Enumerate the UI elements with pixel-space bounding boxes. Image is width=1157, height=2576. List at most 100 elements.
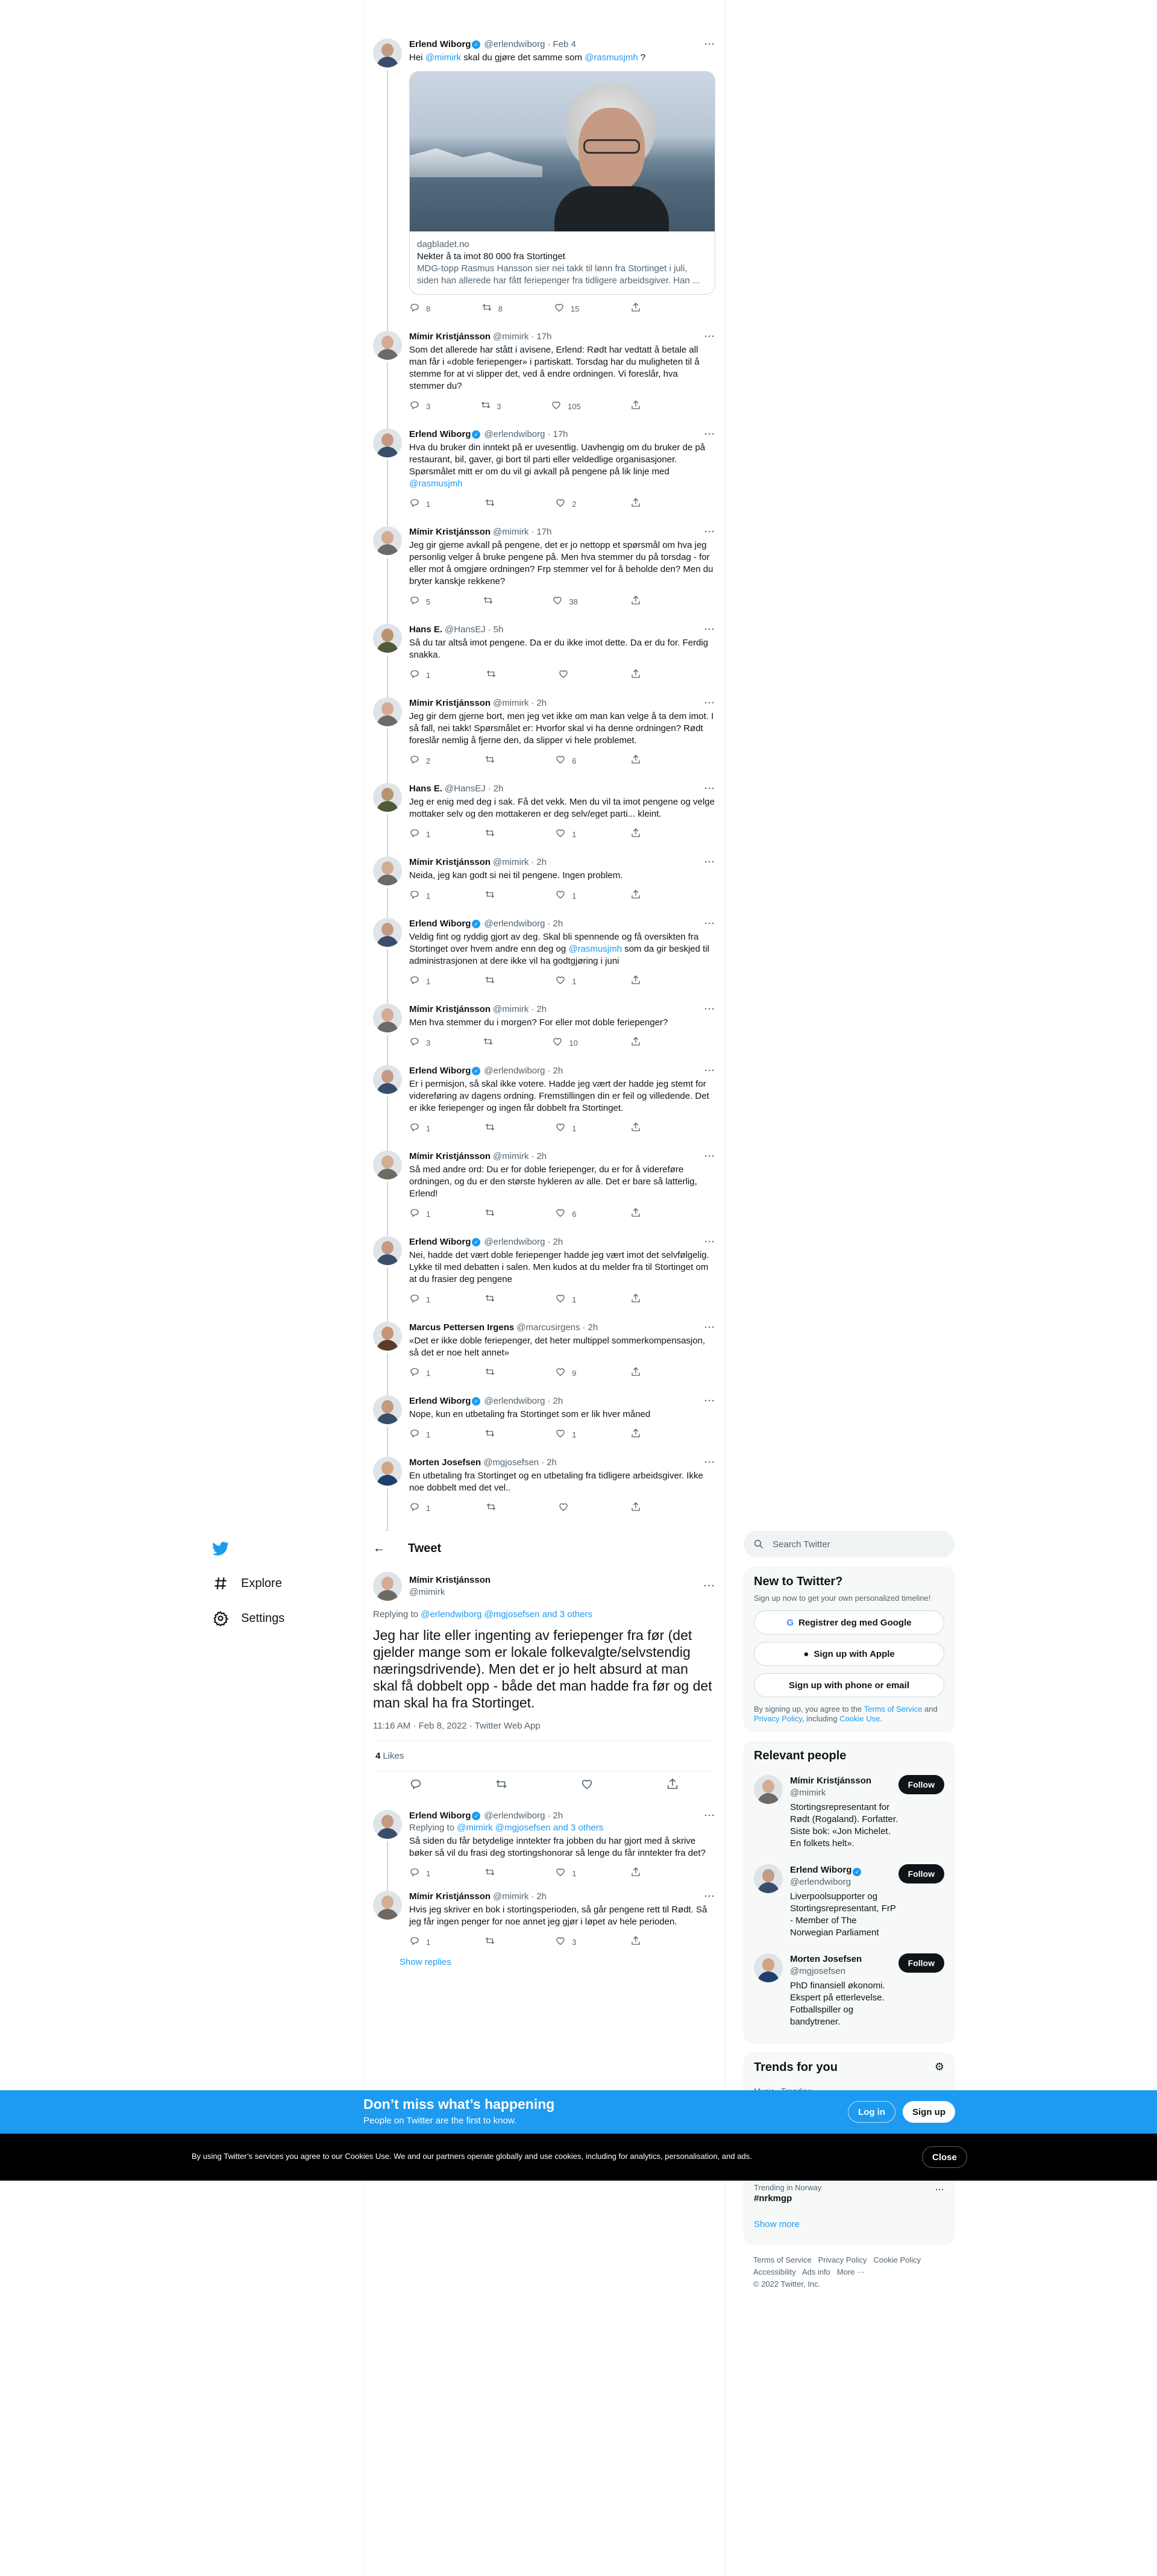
share-button[interactable]: [630, 1867, 641, 1881]
author-handle[interactable]: @marcusirgens: [516, 1322, 580, 1334]
author-name[interactable]: Mímir Kristjánsson: [409, 1891, 491, 1903]
follow-button[interactable]: Follow: [898, 1953, 944, 1973]
author-handle[interactable]: @HansEJ: [445, 783, 486, 795]
author-handle[interactable]: @mimirk: [493, 331, 528, 343]
search-input[interactable]: Search Twitter: [744, 1531, 955, 1557]
like-button[interactable]: [558, 1501, 575, 1516]
author-handle[interactable]: @HansEJ: [445, 624, 486, 636]
mention-link[interactable]: @rasmusjmh: [409, 479, 463, 489]
author-name[interactable]: Mímir Kristjánsson: [409, 856, 491, 869]
more-options-icon[interactable]: ···: [935, 2184, 944, 2196]
tweet-time[interactable]: 2h: [536, 1004, 547, 1016]
tweet-time[interactable]: 2h: [553, 1065, 563, 1077]
reply-button[interactable]: 1: [409, 889, 430, 903]
author-name[interactable]: Erlend Wiborg: [409, 1810, 471, 1822]
author-handle[interactable]: @mimirk: [493, 1891, 528, 1903]
avatar[interactable]: [373, 1151, 402, 1180]
author-name[interactable]: Mímir Kristjánsson: [409, 1151, 491, 1163]
tweet-timestamp[interactable]: 11:16 AM · Feb 8, 2022 · Twitter Web App: [373, 1721, 715, 1741]
cookie-use-link[interactable]: Cookie Use: [839, 1714, 880, 1723]
retweet-button[interactable]: [483, 1036, 500, 1051]
relevant-person[interactable]: Morten Josefsen @mgjosefsen PhD finansiell…: [754, 1946, 944, 2035]
tweet-time[interactable]: 2h: [494, 783, 504, 795]
share-button[interactable]: [630, 975, 641, 989]
privacy-link[interactable]: Privacy Policy: [754, 1714, 802, 1723]
like-button[interactable]: 6: [555, 754, 576, 768]
retweet-icon[interactable]: [495, 1777, 508, 1794]
reply-button[interactable]: 1: [409, 1293, 430, 1307]
reply-button[interactable]: 1: [409, 1867, 430, 1881]
like-button[interactable]: 1: [555, 975, 576, 989]
more-options-icon[interactable]: ···: [704, 1004, 715, 1016]
login-button[interactable]: Log in: [848, 2101, 895, 2123]
more-options-icon[interactable]: ···: [704, 331, 715, 343]
nav-settings[interactable]: Settings: [205, 1601, 337, 1636]
like-button[interactable]: 1: [555, 1428, 576, 1442]
author-name[interactable]: Erlend Wiborg: [409, 918, 471, 930]
retweet-button[interactable]: [484, 889, 501, 903]
author-name[interactable]: Hans E.: [409, 624, 442, 636]
retweet-button[interactable]: [484, 1207, 501, 1222]
more-options-icon[interactable]: ···: [704, 918, 715, 930]
mention-link[interactable]: @rasmusjmh: [568, 944, 622, 954]
like-button[interactable]: [558, 668, 575, 683]
author-handle[interactable]: @mimirk: [493, 526, 528, 538]
avatar[interactable]: [373, 918, 402, 947]
author-name[interactable]: Hans E.: [409, 783, 442, 795]
avatar[interactable]: [373, 856, 402, 885]
more-options-icon[interactable]: ···: [704, 1457, 715, 1469]
author-name[interactable]: Mímir Kristjánsson: [409, 526, 491, 538]
author-handle[interactable]: @erlendwiborg: [484, 1395, 545, 1407]
like-button[interactable]: 1: [555, 889, 576, 903]
mention-link[interactable]: @mimirk: [425, 52, 461, 63]
author-handle[interactable]: @erlendwiborg: [484, 1530, 545, 1531]
retweet-button[interactable]: [486, 1501, 503, 1516]
avatar[interactable]: [373, 783, 402, 812]
reply-button[interactable]: 1: [409, 975, 430, 989]
show-replies-link[interactable]: Show replies: [363, 1950, 725, 1974]
gear-icon[interactable]: ⚙: [935, 2061, 944, 2075]
author-name[interactable]: Mímir Kristjánsson: [409, 697, 491, 709]
like-button[interactable]: 2: [555, 497, 576, 512]
person-handle[interactable]: @erlendwiborg: [790, 1876, 898, 1888]
retweet-button[interactable]: [484, 1366, 501, 1381]
like-button[interactable]: 10: [552, 1036, 578, 1051]
tweet-time[interactable]: 2h: [553, 918, 563, 930]
tweet-time[interactable]: 2h: [536, 856, 547, 869]
person-handle[interactable]: @mgjosefsen: [790, 1965, 898, 1978]
retweet-button[interactable]: 8: [481, 302, 503, 316]
author-name[interactable]: Erlend Wiborg: [409, 1236, 471, 1248]
like-button[interactable]: 15: [554, 302, 579, 316]
author-name[interactable]: Mímir Kristjánsson: [409, 1574, 491, 1586]
like-button[interactable]: 1: [555, 1122, 576, 1136]
retweet-button[interactable]: 3: [480, 400, 501, 414]
footer-row-2[interactable]: Accessibility Ads info More ···: [753, 2266, 945, 2278]
author-handle[interactable]: @mimirk: [493, 1151, 528, 1163]
cookie-close-button[interactable]: Close: [922, 2146, 967, 2168]
like-button[interactable]: 1: [555, 828, 576, 842]
share-button[interactable]: [630, 1935, 641, 1950]
author-handle[interactable]: @erlendwiborg: [484, 1236, 545, 1248]
retweet-button[interactable]: [484, 754, 501, 768]
more-options-icon[interactable]: ···: [704, 624, 715, 636]
author-name[interactable]: Marcus Pettersen Irgens: [409, 1322, 514, 1334]
like-button[interactable]: 1: [555, 1867, 576, 1881]
more-options-icon[interactable]: ···: [704, 526, 715, 538]
author-handle[interactable]: @mimirk: [493, 697, 528, 709]
mention-link[interactable]: @rasmusjmh: [585, 52, 638, 63]
reply-button[interactable]: 3: [409, 400, 430, 414]
author-handle[interactable]: @mimirk: [493, 856, 528, 869]
avatar[interactable]: [373, 39, 402, 68]
tweet-time[interactable]: 2h: [547, 1457, 557, 1469]
author-name[interactable]: Erlend Wiborg: [409, 1395, 471, 1407]
like-icon[interactable]: [580, 1777, 594, 1794]
avatar[interactable]: [373, 1004, 402, 1032]
author-handle[interactable]: @mimirk: [493, 1004, 528, 1016]
avatar[interactable]: [373, 331, 402, 360]
retweet-button[interactable]: [484, 1428, 501, 1442]
person-handle[interactable]: @mimirk: [790, 1787, 898, 1799]
tweet-time[interactable]: 2h: [553, 1810, 563, 1822]
retweet-button[interactable]: [484, 1867, 501, 1881]
twitter-logo[interactable]: [205, 1531, 337, 1566]
tweet-time[interactable]: 2h: [536, 1151, 547, 1163]
